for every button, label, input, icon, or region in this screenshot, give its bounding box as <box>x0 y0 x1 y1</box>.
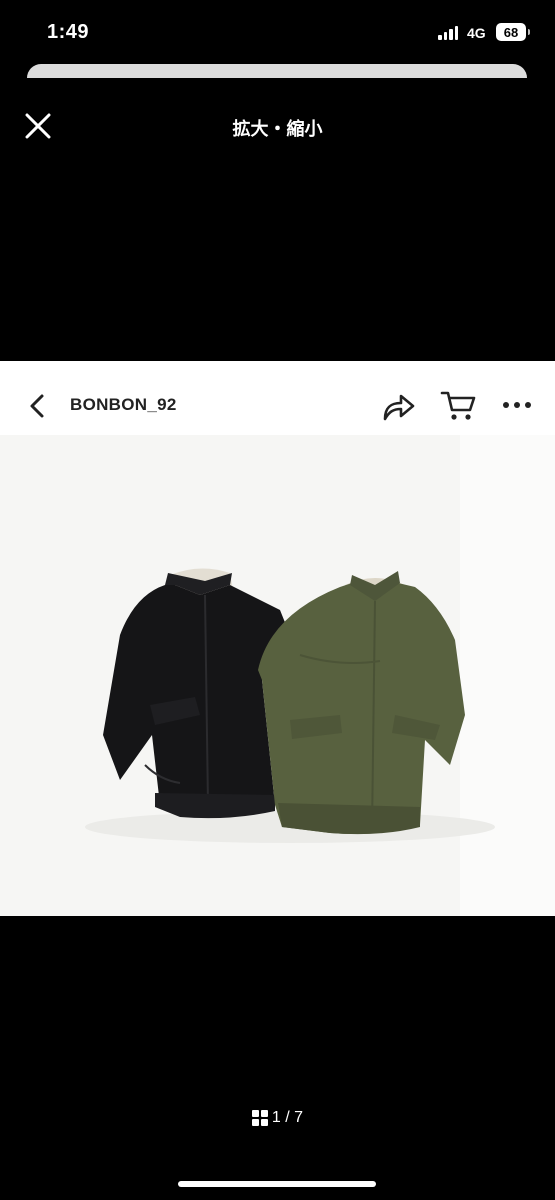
product-image[interactable] <box>0 435 555 916</box>
battery-icon: 68 <box>496 23 530 41</box>
home-indicator[interactable] <box>178 1181 376 1187</box>
network-type: 4G <box>467 25 486 41</box>
page-counter: 1 / 7 <box>271 1109 304 1126</box>
viewer-title: 拡大・縮小 <box>232 119 323 139</box>
battery-level: 68 <box>503 24 519 40</box>
more-icon[interactable] <box>499 395 535 415</box>
cart-icon[interactable] <box>439 389 477 423</box>
image-pager: 1 / 7 <box>0 1109 555 1127</box>
shop-name[interactable]: BONBON_92 <box>70 395 177 415</box>
back-chevron-icon[interactable] <box>26 392 48 420</box>
status-time: 1:49 <box>47 21 90 43</box>
signal-icon <box>438 26 458 40</box>
grid-icon[interactable] <box>251 1110 268 1126</box>
status-bar: 1:49 4G 68 <box>0 0 555 60</box>
share-icon[interactable] <box>381 389 417 423</box>
sheet-top <box>0 78 555 88</box>
shop-nav-bar: BONBON_92 <box>0 361 555 437</box>
zoomable-page[interactable]: BONBON_92 <box>0 361 555 916</box>
